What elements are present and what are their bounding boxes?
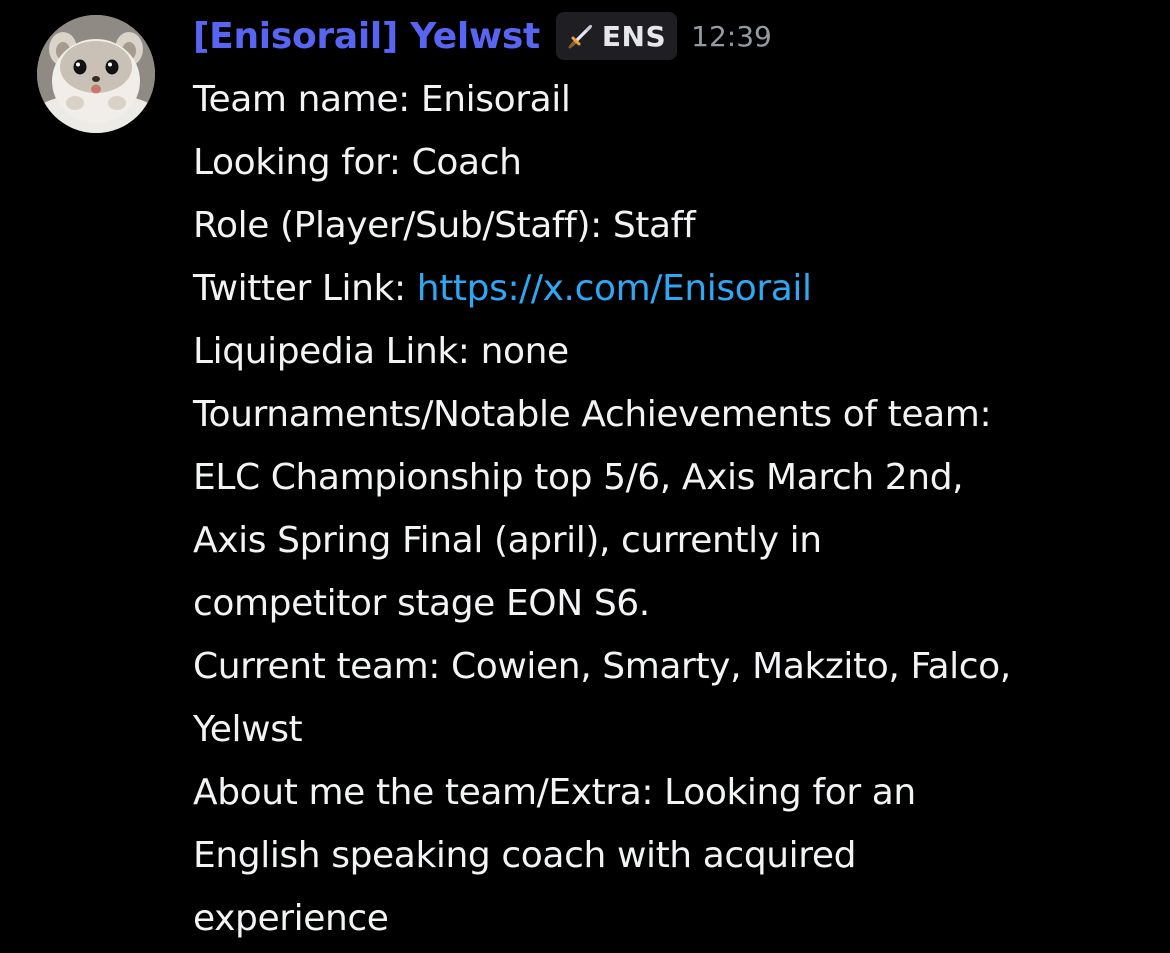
user-avatar[interactable]: [37, 15, 155, 133]
message-header: [Enisorail] Yelwst ENS 12:39: [193, 6, 1153, 66]
message-line-achievements-heading: Tournaments/Notable Achievements of team…: [193, 394, 992, 435]
message-line-twitter: Twitter Link: https://x.com/Enisorail: [193, 257, 1153, 320]
message-body: Team name: Enisorail Looking for: Coach …: [193, 68, 1153, 950]
message-line-about-1: About me the team/Extra: Looking for an: [193, 772, 916, 813]
server-tag-badge[interactable]: ENS: [555, 12, 678, 60]
message-line-current-team: Current team: Cowien, Smarty, Makzito, F…: [193, 646, 1011, 687]
message-line-achievements-1: ELC Championship top 5/6, Axis March 2nd…: [193, 457, 964, 498]
server-tag-label: ENS: [601, 19, 667, 53]
message-line-about-3: experience: [193, 898, 389, 939]
flying-squirrel-avatar-image: [37, 15, 155, 133]
message-line-looking-for: Looking for: Coach: [193, 142, 522, 183]
message-line-achievements-2: Axis Spring Final (april), currently in: [193, 520, 822, 561]
chat-message: [Enisorail] Yelwst ENS 12:39 Team name: …: [0, 0, 1170, 953]
message-line-current-team-cont: Yelwst: [193, 709, 303, 750]
message-line-role: Role (Player/Sub/Staff): Staff: [193, 205, 696, 246]
message-content: [Enisorail] Yelwst ENS 12:39 Team name: …: [193, 6, 1153, 950]
twitter-link[interactable]: https://x.com/Enisorail: [417, 268, 812, 309]
message-line-achievements-3: competitor stage EON S6.: [193, 583, 650, 624]
sword-icon: [568, 24, 593, 49]
message-timestamp[interactable]: 12:39: [691, 20, 772, 53]
message-line-team-name: Team name: Enisorail: [193, 79, 571, 120]
twitter-link-label: Twitter Link:: [193, 268, 417, 309]
message-line-liquipedia: Liquipedia Link: none: [193, 331, 569, 372]
message-line-about-2: English speaking coach with acquired: [193, 835, 857, 876]
author-username[interactable]: [Enisorail] Yelwst: [193, 16, 540, 57]
